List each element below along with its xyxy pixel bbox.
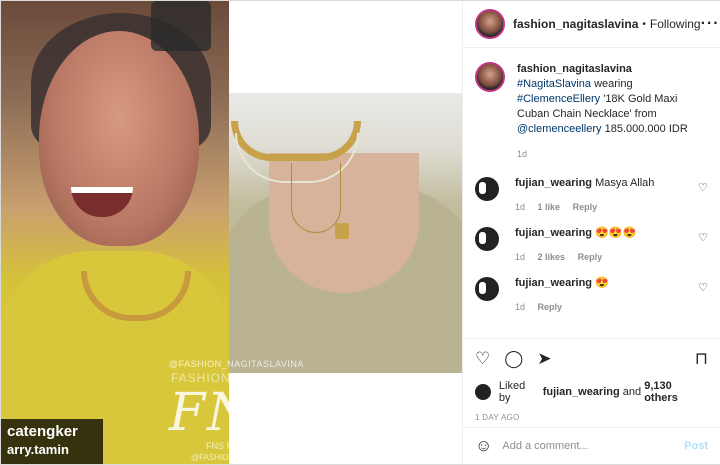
heart-icon[interactable]: ♡ (475, 349, 490, 369)
comment-time: 1d (515, 202, 526, 212)
comment-time: 1d (515, 302, 526, 312)
post-button[interactable]: Post (684, 440, 708, 452)
comment-meta: 1d 2 likes Reply (515, 252, 695, 262)
watermark-handle-bottom: @FASHION_NAGITASLAVINA (191, 453, 302, 462)
user-tag-sub: arry.tamin (7, 442, 69, 457)
comment-line: fujian_wearing 😍😍😍 (515, 226, 695, 240)
comment-list: fujian_wearing Masya Allah 1d 1 like Rep… (463, 176, 720, 312)
user-tag[interactable]: catengker arry.tamin (1, 419, 103, 464)
comment-text: 😍 (595, 277, 609, 289)
bookmark-icon[interactable]: ⊓ (695, 349, 708, 369)
commenter-username[interactable]: fujian_wearing (515, 277, 592, 289)
post-header: fashion_nagitaslavina • Following ··· (463, 1, 720, 48)
comment-text: 😍😍😍 (595, 227, 637, 239)
hashtag-link[interactable]: #ClemenceEllery (517, 93, 600, 105)
comment-body: fujian_wearing 😍😍😍 1d 2 likes Reply (515, 226, 695, 262)
pendant (335, 223, 349, 239)
reply-button[interactable]: Reply (538, 302, 563, 312)
post-media[interactable]: catengker arry.tamin @FASHION_NAGITASLAV… (1, 1, 462, 464)
liked-count[interactable]: 9,130 others (644, 380, 708, 404)
liked-prefix: Liked by (498, 380, 526, 404)
commenter-username[interactable]: fujian_wearing (515, 177, 592, 189)
reply-button[interactable]: Reply (578, 252, 603, 262)
liker-username[interactable]: fujian_wearing (543, 386, 620, 398)
caption-avatar[interactable] (475, 62, 505, 92)
more-options-icon[interactable]: ··· (701, 15, 720, 33)
caption-username[interactable]: fashion_nagitaslavina (517, 63, 632, 75)
phone-in-background (151, 1, 211, 51)
caption-time: 1d (517, 149, 528, 159)
watermark-logo: FNS (169, 383, 293, 443)
mention-link[interactable]: @clemenceellery (517, 123, 602, 135)
comment-item: fujian_wearing 😍 1d Reply ♡ (475, 276, 708, 312)
caption: fashion_nagitaslavina #NagitaSlavina wea… (463, 48, 720, 162)
comment-like-icon[interactable]: ♡ (698, 281, 708, 294)
commenter-avatar[interactable] (475, 177, 499, 201)
watermark-family: FNS FAMILY (206, 441, 258, 451)
comment-time: 1d (515, 252, 526, 262)
comment-like-icon[interactable]: ♡ (698, 231, 708, 244)
post-side-panel: fashion_nagitaslavina • Following ··· fa… (462, 1, 720, 464)
comment-text: Masya Allah (595, 177, 655, 189)
caption-text: fashion_nagitaslavina #NagitaSlavina wea… (517, 62, 707, 162)
comment-like-icon[interactable]: ♡ (698, 181, 708, 194)
post-dialog: catengker arry.tamin @FASHION_NAGITASLAV… (0, 0, 720, 465)
user-tag-name: catengker (7, 423, 78, 440)
face (39, 31, 199, 246)
pendant-chain (291, 163, 341, 233)
reply-button[interactable]: Reply (573, 202, 598, 212)
comment-line: fujian_wearing Masya Allah (515, 176, 695, 190)
separator-dot: • (642, 18, 646, 30)
comment-likes[interactable]: 2 likes (538, 252, 566, 262)
emoji-icon[interactable]: ☺ (475, 436, 492, 456)
liker-avatar[interactable] (475, 384, 491, 400)
author-avatar[interactable] (475, 9, 505, 39)
comment-body: fujian_wearing Masya Allah 1d 1 like Rep… (515, 176, 695, 212)
caption-text-3: 185.000.000 IDR (604, 123, 688, 135)
comment-item: fujian_wearing Masya Allah 1d 1 like Rep… (475, 176, 708, 212)
hashtag-link[interactable]: #NagitaSlavina (517, 78, 591, 90)
post-timestamp: 1 DAY AGO (475, 413, 520, 422)
add-comment-input[interactable] (502, 440, 663, 452)
comment-icon[interactable]: ◯ (504, 349, 523, 369)
liked-and: and (622, 386, 642, 398)
watermark-handle: @FASHION_NAGITASLAVINA (169, 359, 304, 369)
comment-likes[interactable]: 1 like (538, 202, 561, 212)
commenter-username[interactable]: fujian_wearing (515, 227, 592, 239)
author-username[interactable]: fashion_nagitaslavina (513, 17, 638, 31)
comment-line: fujian_wearing 😍 (515, 276, 695, 290)
comment-body: fujian_wearing 😍 1d Reply (515, 276, 695, 312)
comment-meta: 1d 1 like Reply (515, 202, 695, 212)
comment-bar: ☺ Post (463, 427, 720, 464)
comment-meta: 1d Reply (515, 302, 695, 312)
post-actions: ♡ ◯ ➤ ⊓ Liked by fujian_wearing and 9,13… (463, 338, 720, 422)
commenter-avatar[interactable] (475, 277, 499, 301)
action-icons: ♡ ◯ ➤ ⊓ (475, 349, 708, 369)
share-icon[interactable]: ➤ (537, 349, 551, 369)
commenter-avatar[interactable] (475, 227, 499, 251)
following-button[interactable]: Following (650, 17, 701, 31)
comment-item: fujian_wearing 😍😍😍 1d 2 likes Reply ♡ (475, 226, 708, 262)
caption-text-1: wearing (594, 78, 633, 90)
photo-right (229, 93, 462, 373)
liked-by: Liked by fujian_wearing and 9,130 others (475, 380, 708, 404)
